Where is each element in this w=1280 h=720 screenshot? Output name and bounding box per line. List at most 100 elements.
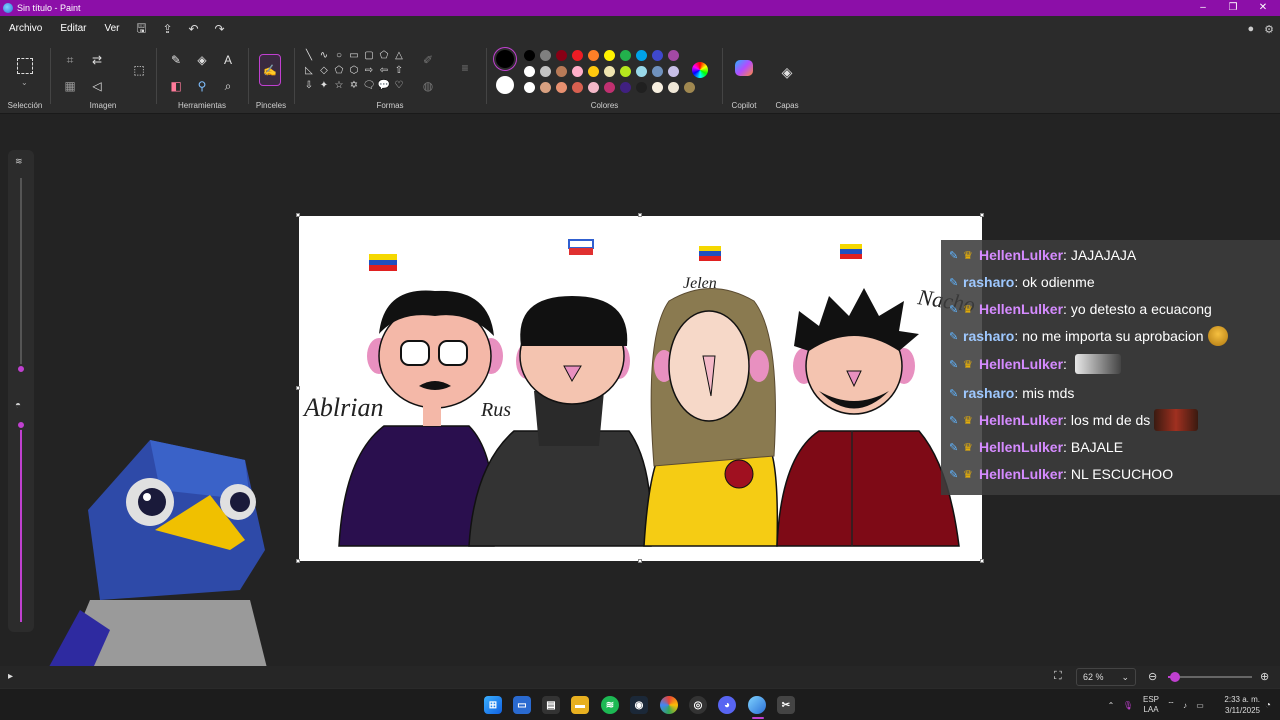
discord-icon[interactable]: ◕	[718, 696, 736, 714]
color-swatch[interactable]	[524, 66, 535, 77]
resize-icon[interactable]: ⇄	[87, 50, 107, 70]
chat-username[interactable]: rasharo	[963, 274, 1014, 290]
opacity-slider-thumb[interactable]	[16, 420, 26, 430]
steam-icon[interactable]: ◉	[630, 696, 648, 714]
primary-color-swatch[interactable]	[496, 50, 514, 68]
canvas-resize-handle-bottom[interactable]	[638, 559, 642, 563]
star6-shape-icon[interactable]: ✡	[347, 78, 361, 92]
obs-icon[interactable]: ◎	[689, 696, 707, 714]
zoom-slider-thumb[interactable]	[1169, 672, 1180, 682]
color-swatch[interactable]	[604, 82, 615, 93]
color-swatch[interactable]	[524, 50, 535, 61]
color-swatch[interactable]	[588, 50, 599, 61]
color-swatch[interactable]	[668, 50, 679, 61]
color-swatch[interactable]	[556, 82, 567, 93]
color-swatch[interactable]	[652, 82, 663, 93]
snipping-tool-icon[interactable]: ✂	[777, 696, 795, 714]
menu-archivo[interactable]: Archivo	[0, 16, 51, 42]
edit-colors-icon[interactable]	[692, 62, 708, 78]
color-swatch[interactable]	[636, 66, 647, 77]
menu-editar[interactable]: Editar	[51, 16, 95, 42]
chat-username[interactable]: HellenLulker	[979, 466, 1063, 482]
color-swatch[interactable]	[540, 82, 551, 93]
chevron-up-icon[interactable]: ⌃	[1104, 701, 1118, 710]
start-button-icon[interactable]: ⊞	[484, 696, 502, 714]
color-swatch[interactable]	[668, 66, 679, 77]
opacity-slider-track[interactable]	[20, 422, 22, 622]
canvas-resize-handle-left[interactable]	[296, 386, 300, 390]
color-swatch[interactable]	[620, 66, 631, 77]
undo-icon[interactable]: ↶	[181, 22, 207, 36]
line-shape-icon[interactable]: ╲	[302, 48, 316, 62]
wifi-icon[interactable]: ⌔	[1164, 700, 1178, 710]
menu-ver[interactable]: Ver	[95, 16, 128, 42]
color-swatch[interactable]	[572, 82, 583, 93]
right-triangle-shape-icon[interactable]: ◺	[302, 63, 316, 77]
chat-username[interactable]: HellenLulker	[979, 412, 1063, 428]
image-select-icon[interactable]: ⬚	[129, 60, 149, 80]
language-indicator[interactable]: ESP LAA	[1138, 695, 1164, 715]
layers-icon[interactable]: ◈	[777, 62, 797, 82]
paint-taskbar-icon[interactable]	[748, 696, 766, 714]
pencil-icon[interactable]: ✎	[166, 50, 186, 70]
color-swatch[interactable]	[652, 66, 663, 77]
canvas-resize-handle-top[interactable]	[638, 213, 642, 217]
rounded-rect-shape-icon[interactable]: ▢	[362, 48, 376, 62]
magnifier-icon[interactable]: ⌕	[218, 76, 238, 96]
color-swatch[interactable]	[620, 82, 631, 93]
minimize-button[interactable]: –	[1188, 0, 1218, 16]
chat-username[interactable]: HellenLulker	[979, 439, 1063, 455]
color-swatch[interactable]	[556, 50, 567, 61]
canvas-resize-handle-bl[interactable]	[296, 559, 300, 563]
fill-bucket-icon[interactable]: ◈	[192, 50, 212, 70]
crop-icon[interactable]: ⌗	[60, 50, 80, 70]
zoom-dropdown[interactable]: 62 % ⌄	[1076, 668, 1136, 686]
color-swatch[interactable]	[636, 50, 647, 61]
pentagon-shape-icon[interactable]: ⬠	[332, 63, 346, 77]
canvas-resize-handle-tl[interactable]	[296, 213, 300, 217]
spotify-icon[interactable]: ≋	[601, 696, 619, 714]
settings-gear-icon[interactable]: ⚙	[1264, 23, 1274, 36]
size-slider-track[interactable]	[20, 178, 22, 368]
color-swatch[interactable]	[572, 66, 583, 77]
eraser-icon[interactable]: ◧	[166, 76, 186, 96]
clock[interactable]: 2:33 a. m. 3/11/2025	[1208, 694, 1260, 716]
color-swatch[interactable]	[524, 82, 535, 93]
color-swatch[interactable]	[684, 82, 695, 93]
fit-to-window-icon[interactable]: ⛶	[1054, 670, 1062, 683]
chat-username[interactable]: HellenLulker	[979, 247, 1063, 263]
drawing-canvas[interactable]: Ablrian Rus Jelen Nacho	[299, 216, 982, 561]
callout-rect-shape-icon[interactable]: 🗨	[362, 78, 376, 92]
zoom-slider[interactable]	[1168, 672, 1252, 682]
canvas-resize-handle-tr[interactable]	[980, 213, 984, 217]
color-picker-icon[interactable]: ⚲	[192, 76, 212, 96]
close-button[interactable]: ✕	[1248, 0, 1278, 16]
color-swatch[interactable]	[668, 82, 679, 93]
arrow-right-shape-icon[interactable]: ⇨	[362, 63, 376, 77]
share-icon[interactable]: ⇪	[155, 22, 181, 36]
arrow-down-shape-icon[interactable]: ⇩	[302, 78, 316, 92]
color-swatch[interactable]	[540, 50, 551, 61]
redo-icon[interactable]: ↷	[207, 22, 233, 36]
rectangle-shape-icon[interactable]: ▭	[347, 48, 361, 62]
chat-username[interactable]: rasharo	[963, 328, 1014, 344]
heart-shape-icon[interactable]: ♡	[392, 78, 406, 92]
text-icon[interactable]: A	[218, 50, 238, 70]
zoom-out-icon[interactable]: ⊖	[1148, 670, 1157, 683]
color-swatch[interactable]	[588, 82, 599, 93]
oval-shape-icon[interactable]: ○	[332, 48, 346, 62]
color-swatch[interactable]	[620, 50, 631, 61]
shape-fill-icon[interactable]: ◍	[418, 76, 438, 96]
color-swatch[interactable]	[556, 66, 567, 77]
chat-username[interactable]: HellenLulker	[979, 301, 1063, 317]
save-icon[interactable]: 🖫	[129, 19, 155, 40]
chat-username[interactable]: rasharo	[963, 385, 1014, 401]
chrome-icon[interactable]	[660, 696, 678, 714]
file-explorer-icon[interactable]: ▬	[571, 696, 589, 714]
chat-username[interactable]: HellenLulker	[979, 356, 1063, 372]
arrow-left-shape-icon[interactable]: ⇦	[377, 63, 391, 77]
arrow-up-shape-icon[interactable]: ⇧	[392, 63, 406, 77]
maximize-button[interactable]: ❐	[1218, 0, 1248, 16]
account-icon[interactable]: ●	[1247, 23, 1254, 35]
terminal-icon[interactable]: ▤	[542, 696, 560, 714]
